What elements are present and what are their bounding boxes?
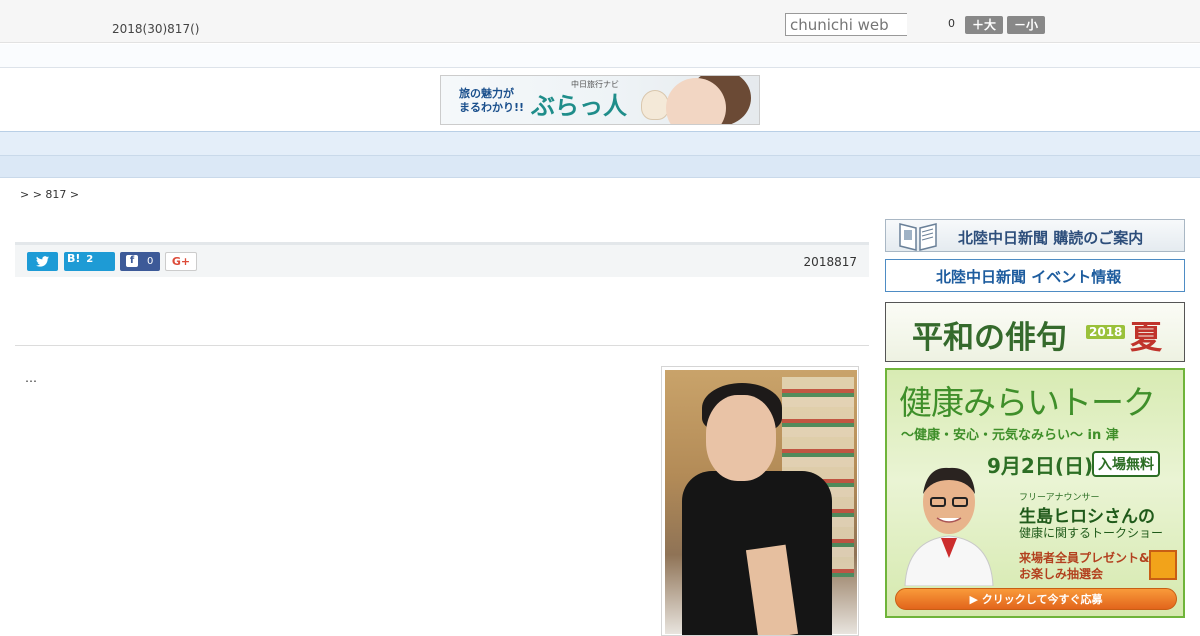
subscription-ad[interactable]: 北陸中日新聞 購読のご案内 xyxy=(885,219,1185,252)
facebook-count: 0 xyxy=(147,256,154,267)
sub-header-strip xyxy=(0,44,1200,68)
share-bar: B! 2 f 0 G+ 2018817 xyxy=(15,242,869,277)
admission-badge: 入場無料 xyxy=(1092,451,1160,477)
main-nav xyxy=(0,131,1200,156)
article-photo xyxy=(661,366,859,636)
header-date: 2018(30)817() xyxy=(112,22,200,36)
health-talk-title: 健康みらいトーク xyxy=(899,383,1156,422)
peace-haiku-ad[interactable]: 平和の俳句 2018 夏 xyxy=(885,302,1185,362)
twitter-share-button[interactable] xyxy=(27,252,58,271)
article-body: … xyxy=(25,371,37,385)
hatena-icon: B! xyxy=(67,252,81,265)
health-talk-subtitle: ～健康・安心・元気なみらい～ in 津 xyxy=(901,428,1119,443)
event-info-ad-text: 北陸中日新聞 イベント情報 xyxy=(936,268,1122,286)
sub-nav xyxy=(0,156,1200,178)
font-smaller-button[interactable]: －小 xyxy=(1007,16,1045,34)
gift-box-icon xyxy=(1149,550,1177,580)
hatena-bookmark-button[interactable]: B! 2 xyxy=(64,252,115,271)
top-bar: 2018(30)817() 0 ＋大 －小 xyxy=(0,0,1200,43)
counter-text: 0 xyxy=(948,17,955,30)
peace-haiku-year: 2018 xyxy=(1086,325,1126,339)
peace-haiku-title: 平和の俳句 xyxy=(912,320,1067,356)
content-divider xyxy=(15,345,869,346)
google-plus-button[interactable]: G+ xyxy=(165,252,197,271)
breadcrumb[interactable]: > > 817 > xyxy=(20,188,79,201)
newspaper-book-icon xyxy=(899,223,937,251)
search-input[interactable] xyxy=(785,13,907,36)
health-talk-date: 9月2日(日) xyxy=(987,454,1094,478)
banner-tagline: 旅の魅力が まるわかり!! xyxy=(459,87,525,114)
twitter-icon xyxy=(36,256,49,267)
speaker-portrait xyxy=(904,467,994,586)
health-talk-ad[interactable]: 健康みらいトーク ～健康・安心・元気なみらい～ in 津 9月2日(日) 入場無… xyxy=(885,368,1185,618)
hatena-count: 2 xyxy=(86,254,94,265)
facebook-icon: f xyxy=(126,255,138,267)
gift-text: 来場者全員プレゼント& お楽しみ抽選会 xyxy=(1019,551,1150,581)
event-info-ad[interactable]: 北陸中日新聞 イベント情報 xyxy=(885,259,1185,292)
peace-haiku-season: 夏 xyxy=(1130,318,1163,356)
subscription-ad-text: 北陸中日新聞 購読のご案内 xyxy=(958,229,1144,247)
banner-brand: ぶらっ人 xyxy=(531,91,627,120)
travel-banner-ad[interactable]: 旅の魅力が まるわかり!! 中日旅行ナビ ぶらっ人 xyxy=(440,75,760,125)
talk-topic: 健康に関するトークショー xyxy=(1019,526,1164,540)
shell-graphic xyxy=(641,90,669,120)
article-date: 2018817 xyxy=(803,255,857,269)
apply-now-button[interactable]: ▶ クリックして今すぐ応募 xyxy=(895,588,1177,610)
facebook-share-button[interactable]: f 0 xyxy=(120,252,160,271)
photo-person-face xyxy=(706,395,776,481)
font-larger-button[interactable]: ＋大 xyxy=(965,16,1003,34)
